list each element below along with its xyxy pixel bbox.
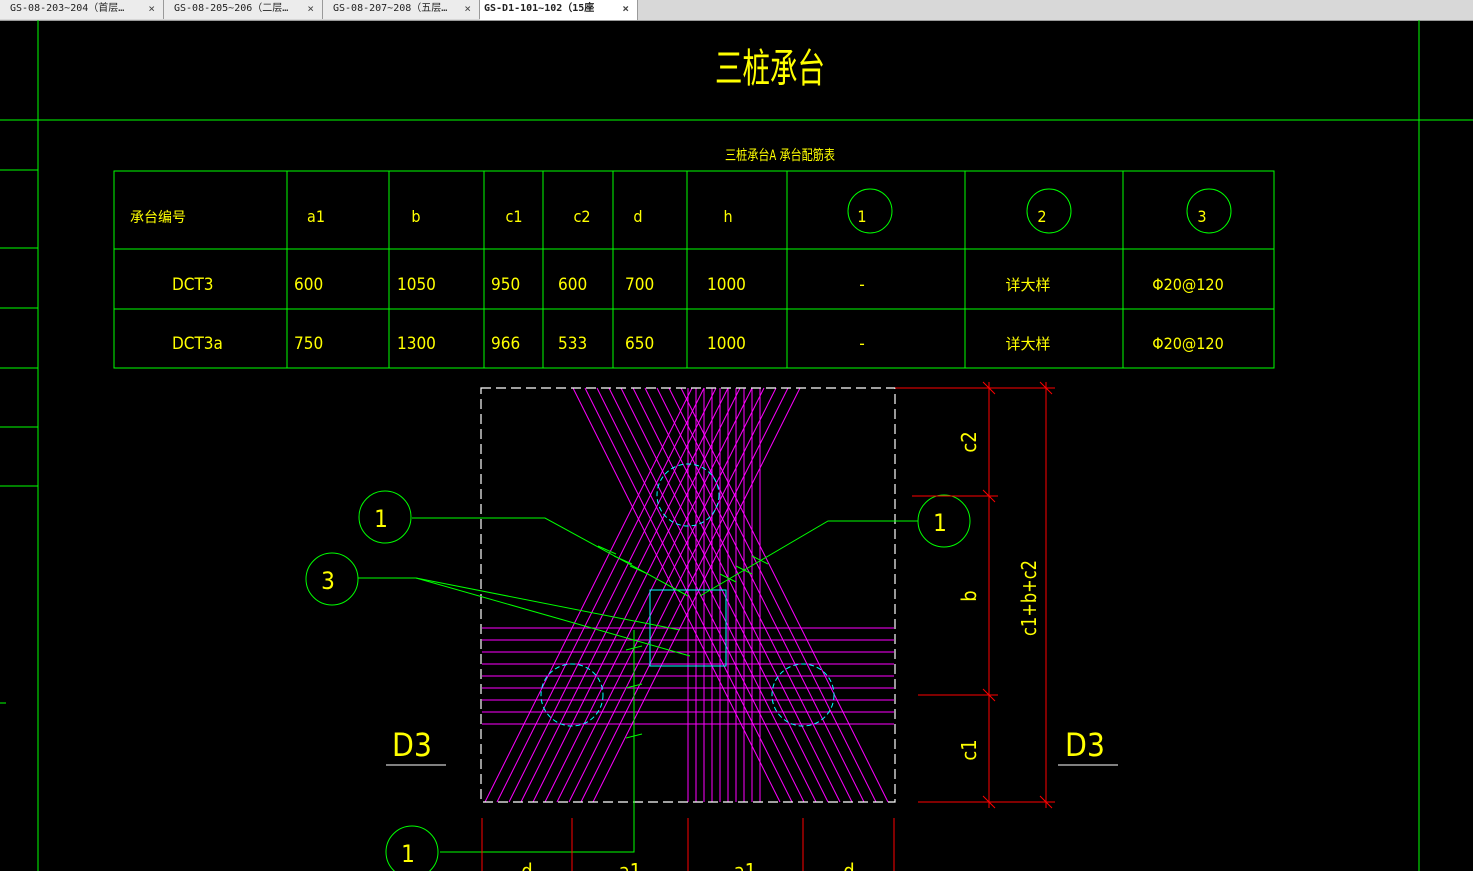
header-b: b [411, 207, 420, 226]
cell-h: 1000 [707, 275, 746, 295]
dim-total: c1+b+c2 [1017, 560, 1041, 636]
header-a1: a1 [307, 207, 325, 226]
section-label-right: D3 [1065, 726, 1105, 764]
cell-h: 1000 [707, 334, 746, 354]
close-icon[interactable]: × [307, 0, 314, 18]
tab-label: GS-D1-101~102（15座 [484, 3, 595, 14]
tab-gs-08-203[interactable]: GS-08-203~204（首层… × [0, 0, 164, 19]
tab-gs-d1-101[interactable]: GS-D1-101~102（15座 × [480, 0, 638, 20]
callout-bubbles [305, 490, 971, 871]
rebar-table-grid [113, 170, 1275, 369]
dim-bottom-a1-left: a1 [619, 859, 641, 871]
cad-drawing-canvas[interactable]: 三桩承台 三桩承台A 承台配筋表 承台编号 a1 b c1 c2 d h 1 2… [0, 20, 1473, 871]
close-icon[interactable]: × [148, 0, 155, 18]
dim-c2: c2 [957, 431, 981, 452]
dim-b: b [957, 590, 981, 601]
tab-label: GS-08-207~208（五层… [333, 3, 448, 14]
tab-gs-08-205[interactable]: GS-08-205~206（二层… × [164, 0, 323, 19]
table-header-row: 承台编号 a1 b c1 c2 d h 1 2 3 [130, 207, 1207, 226]
close-icon[interactable]: × [622, 0, 629, 18]
dim-c1: c1 [957, 739, 981, 760]
cell-c1: 950 [491, 275, 520, 295]
section-label-left: D3 [392, 726, 432, 764]
callout-1-bottom: 1 [401, 840, 415, 868]
callout-3: 3 [321, 567, 335, 595]
cell-a1: 600 [294, 275, 323, 295]
header-c1: c1 [505, 207, 522, 226]
cell-c1: 966 [491, 334, 520, 354]
header-d: d [633, 207, 642, 226]
rebar-diagonal-left [572, 387, 889, 803]
cell-b: 1050 [397, 275, 436, 295]
cell-a1: 750 [294, 334, 323, 354]
cell-rebar-2: 详大样 [1005, 335, 1050, 353]
callout-1-right: 1 [933, 509, 947, 537]
cell-rebar-3: Φ20@120 [1152, 275, 1224, 294]
dim-bottom-d-left: d [521, 859, 532, 871]
dimension-lines [481, 381, 1055, 871]
cell-rebar-1: - [859, 275, 865, 295]
header-cap-id: 承台编号 [130, 210, 186, 226]
cell-b: 1300 [397, 334, 436, 354]
cell-cap-id: DCT3a [172, 334, 223, 354]
table-row: DCT3 600 1050 950 600 700 1000 - 详大样 Φ20… [172, 275, 1224, 295]
tab-label: GS-08-205~206（二层… [174, 3, 289, 14]
cell-d: 700 [625, 275, 654, 295]
document-tab-bar: GS-08-203~204（首层… × GS-08-205~206（二层… × … [0, 0, 1473, 21]
tab-gs-08-207[interactable]: GS-08-207~208（五层… × [323, 0, 480, 19]
cell-c2: 600 [558, 275, 587, 295]
close-icon[interactable]: × [464, 0, 471, 18]
cell-rebar-2: 详大样 [1005, 276, 1050, 294]
dim-bottom-a1-right: a1 [734, 859, 756, 871]
cell-rebar-1: - [859, 334, 865, 354]
cell-cap-id: DCT3 [172, 275, 214, 295]
cell-c2: 533 [558, 334, 587, 354]
header-rebar-3: 3 [1197, 207, 1206, 226]
header-h: h [723, 207, 732, 226]
dimension-labels: c2 b c1 c1+b+c2 d a1 a1 d [521, 431, 1041, 871]
callout-1-left: 1 [374, 505, 388, 533]
header-c2: c2 [573, 207, 590, 226]
rebar-diagonal-right [484, 387, 801, 803]
cell-d: 650 [625, 334, 654, 354]
cell-rebar-3: Φ20@120 [1152, 334, 1224, 353]
header-rebar-1: 1 [857, 207, 866, 226]
table-title: 三桩承台A 承台配筋表 [725, 147, 835, 164]
drawing-title: 三桩承台 [715, 46, 825, 92]
tab-label: GS-08-203~204（首层… [10, 3, 125, 14]
dim-bottom-d-right: d [843, 859, 854, 871]
table-row: DCT3a 750 1300 966 533 650 1000 - 详大样 Φ2… [172, 334, 1224, 354]
header-rebar-2: 2 [1037, 207, 1046, 226]
